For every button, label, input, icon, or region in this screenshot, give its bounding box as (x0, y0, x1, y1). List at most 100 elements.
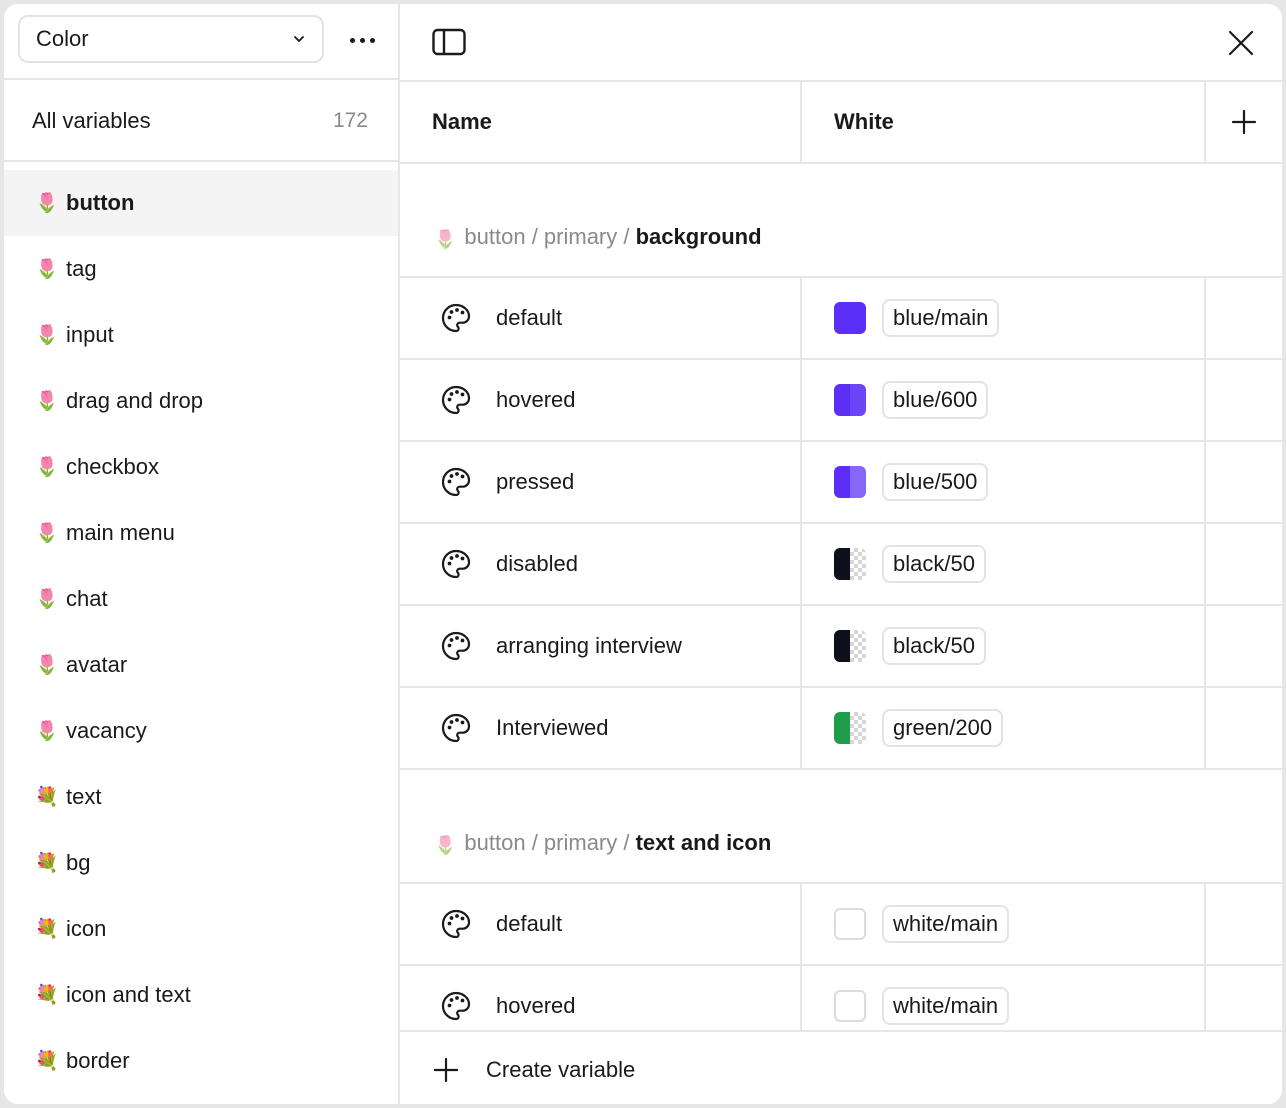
group-item-text[interactable]: 💐 text (4, 764, 398, 830)
section-path: button / primary / (464, 830, 636, 855)
group-item-border[interactable]: 💐 border (4, 1028, 398, 1094)
variable-row: default white/main (400, 884, 1282, 966)
group-item-checkbox[interactable]: 🌷 checkbox (4, 434, 398, 500)
alias-chip: blue/500 (882, 463, 989, 501)
group-item-icon-and-text[interactable]: 💐 icon and text (4, 962, 398, 1028)
variable-value-cell[interactable]: green/200 (802, 688, 1206, 768)
group-item-label: checkbox (66, 454, 159, 479)
section-emoji-icon: 🌷 (434, 229, 457, 249)
group-item-label: input (66, 322, 114, 347)
group-item-label: chat (66, 586, 108, 611)
group-item-label: text (66, 784, 102, 809)
collection-dropdown[interactable]: Color (18, 15, 324, 63)
variable-name: pressed (496, 469, 575, 494)
group-list: 🌷 button 🌷 tag 🌷 input 🌷 drag and drop 🌷 checkbox… (4, 170, 398, 1094)
group-emoji-icon: 💐 (35, 787, 59, 808)
column-header-name: Name (400, 82, 802, 162)
group-emoji-icon: 🌷 (35, 193, 59, 214)
color-swatch (834, 548, 866, 580)
close-icon[interactable] (1228, 30, 1254, 56)
variable-row: hovered blue/600 (400, 360, 1282, 442)
alias-chip: blue/main (882, 299, 1000, 337)
empty-cell (1206, 884, 1282, 964)
empty-cell (1206, 688, 1282, 768)
variable-name-cell[interactable]: Interviewed (400, 688, 802, 768)
group-emoji-icon: 🌷 (35, 391, 59, 412)
plus-icon (434, 1058, 458, 1082)
color-swatch (834, 990, 866, 1022)
group-item-label: tag (66, 256, 97, 281)
group-item-label: main menu (66, 520, 175, 545)
variable-value-cell[interactable]: white/main (802, 884, 1206, 964)
group-item-chat[interactable]: 🌷 chat (4, 566, 398, 632)
section-emoji-icon: 🌷 (434, 835, 457, 855)
palette-icon (441, 467, 471, 497)
empty-cell (1206, 442, 1282, 522)
more-options-button[interactable] (340, 26, 384, 54)
group-emoji-icon: 🌷 (35, 721, 59, 742)
collection-dropdown-value: Color (36, 26, 89, 51)
group-item-label: drag and drop (66, 388, 203, 413)
group-item-bg[interactable]: 💐 bg (4, 830, 398, 896)
section-title: background (635, 224, 762, 249)
variable-name-cell[interactable]: pressed (400, 442, 802, 522)
variable-value-cell[interactable]: blue/500 (802, 442, 1206, 522)
group-item-vacancy[interactable]: 🌷 vacancy (4, 698, 398, 764)
variable-name-cell[interactable]: default (400, 884, 802, 964)
alias-chip: blue/600 (882, 381, 989, 419)
variables-table-panel: Name White 🌷 button / primary / backgroun… (400, 4, 1282, 1104)
group-item-drag-and-drop[interactable]: 🌷 drag and drop (4, 368, 398, 434)
variables-window: Color All variables 172 🌷 button 🌷 tag 🌷 inpu… (0, 0, 1286, 1108)
group-emoji-icon: 🌷 (35, 523, 59, 544)
sidebar-toggle-icon[interactable] (432, 28, 466, 56)
section-path: button / primary / (464, 224, 636, 249)
alias-chip: black/50 (882, 545, 986, 583)
more-dot-icon (369, 37, 375, 43)
variable-row: hovered white/main (400, 966, 1282, 1030)
color-swatch (834, 630, 866, 662)
color-swatch (834, 384, 866, 416)
empty-cell (1206, 360, 1282, 440)
variable-value-cell[interactable]: blue/600 (802, 360, 1206, 440)
alias-chip: black/50 (882, 627, 986, 665)
variable-row: arranging interview black/50 (400, 606, 1282, 688)
column-header-mode-white[interactable]: White (802, 82, 1206, 162)
alias-chip: white/main (882, 905, 1010, 943)
group-item-tag[interactable]: 🌷 tag (4, 236, 398, 302)
collection-bar: Color (4, 4, 398, 80)
color-swatch (834, 466, 866, 498)
variable-name: hovered (496, 387, 576, 412)
section-header: 🌷 button / primary / text and icon (400, 770, 1282, 884)
variable-value-cell[interactable]: white/main (802, 966, 1206, 1030)
color-swatch (834, 712, 866, 744)
group-item-icon[interactable]: 💐 icon (4, 896, 398, 962)
variable-name-cell[interactable]: hovered (400, 966, 802, 1030)
variable-name-cell[interactable]: arranging interview (400, 606, 802, 686)
variable-name-cell[interactable]: hovered (400, 360, 802, 440)
plus-icon (1231, 109, 1257, 135)
variable-name-cell[interactable]: default (400, 278, 802, 358)
variable-value-cell[interactable]: blue/main (802, 278, 1206, 358)
group-emoji-icon: 🌷 (35, 325, 59, 346)
group-item-main-menu[interactable]: 🌷 main menu (4, 500, 398, 566)
variable-name: arranging interview (496, 633, 682, 658)
group-emoji-icon: 💐 (35, 919, 59, 940)
variable-name: Interviewed (496, 715, 609, 740)
palette-icon (441, 385, 471, 415)
group-item-button[interactable]: 🌷 button (4, 170, 398, 236)
all-variables-item[interactable]: All variables 172 (4, 82, 398, 162)
all-variables-label: All variables (32, 108, 151, 133)
add-mode-button[interactable] (1206, 82, 1282, 162)
group-emoji-icon: 💐 (35, 985, 59, 1006)
variable-value-cell[interactable]: black/50 (802, 606, 1206, 686)
variable-name-cell[interactable]: disabled (400, 524, 802, 604)
group-item-input[interactable]: 🌷 input (4, 302, 398, 368)
palette-icon (441, 631, 471, 661)
group-item-avatar[interactable]: 🌷 avatar (4, 632, 398, 698)
variable-value-cell[interactable]: black/50 (802, 524, 1206, 604)
table-body: 🌷 button / primary / background default blu… (400, 164, 1282, 1030)
create-variable-button[interactable]: Create variable (400, 1030, 1282, 1104)
group-emoji-icon: 💐 (35, 1051, 59, 1072)
palette-icon (441, 549, 471, 579)
group-item-label: bg (66, 850, 91, 875)
